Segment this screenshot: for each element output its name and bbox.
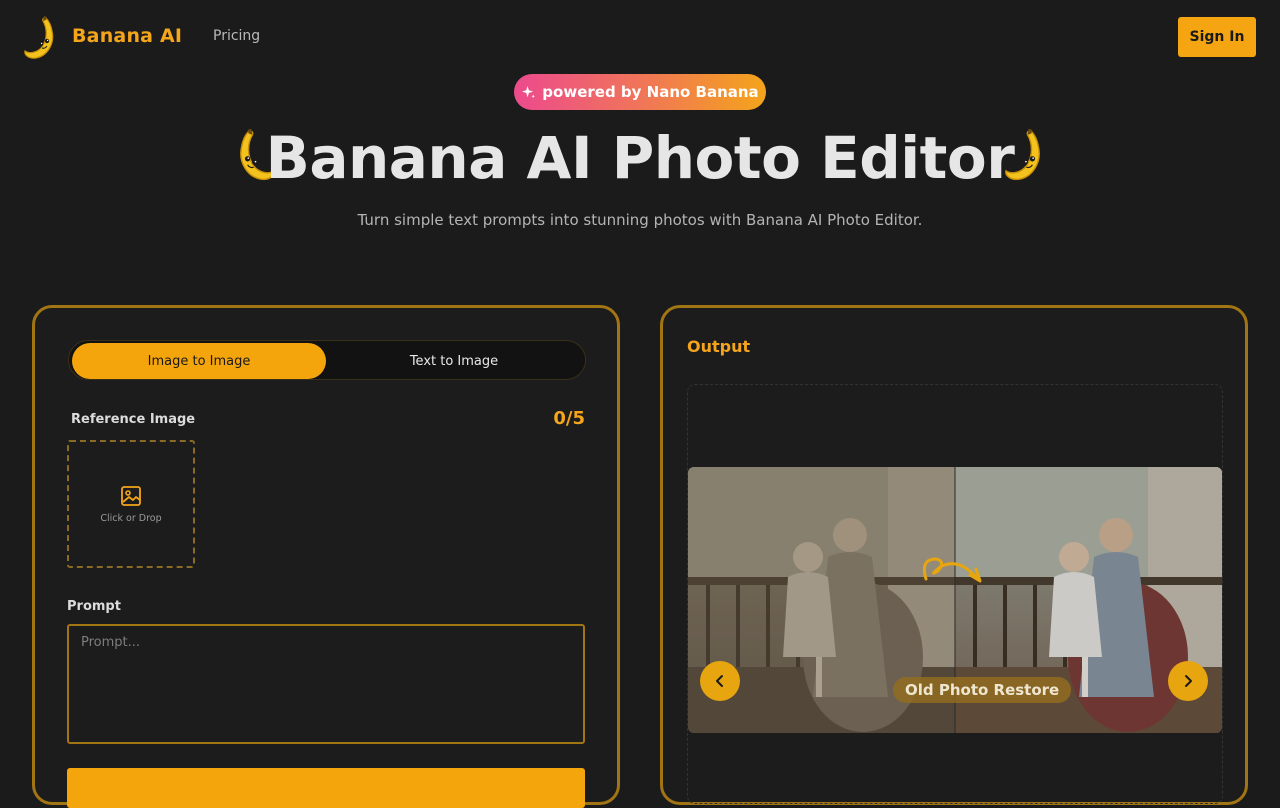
image-upload-dropzone[interactable]: Click or Drop <box>67 440 195 568</box>
mode-toggle: Image to Image Text to Image <box>68 340 586 380</box>
generate-button[interactable] <box>67 768 585 808</box>
tab-image-to-image[interactable]: Image to Image <box>72 343 326 379</box>
output-panel: Output Old Photo Restore <box>660 305 1248 805</box>
output-area: Old Photo Restore <box>687 384 1223 804</box>
reference-image-count: 0/5 <box>553 408 585 429</box>
editor-panel: Image to Image Text to Image Reference I… <box>32 305 620 808</box>
carousel-prev-button[interactable] <box>700 661 740 701</box>
prompt-input[interactable] <box>67 624 585 744</box>
before-after-example: Old Photo Restore <box>688 467 1222 733</box>
banana-logo-icon[interactable] <box>20 14 60 60</box>
powered-by-badge: powered by Nano Banana <box>514 74 766 110</box>
banana-emoji-right-icon <box>1005 128 1040 181</box>
sparkle-icon <box>522 85 536 98</box>
page-subtitle: Turn simple text prompts into stunning p… <box>357 211 923 229</box>
page-title: Banana AI Photo Editor <box>265 124 1015 192</box>
nav-link-pricing[interactable]: Pricing <box>213 28 260 44</box>
dropzone-text: Click or Drop <box>100 512 162 524</box>
chevron-right-icon <box>1185 675 1192 687</box>
chevron-left-icon <box>716 675 723 687</box>
sign-in-button[interactable]: Sign In <box>1178 17 1256 57</box>
badge-text: powered by Nano Banana <box>542 83 759 101</box>
carousel-next-button[interactable] <box>1168 661 1208 701</box>
example-caption: Old Photo Restore <box>893 677 1072 703</box>
tab-text-to-image[interactable]: Text to Image <box>327 343 581 379</box>
output-title: Output <box>687 337 751 356</box>
brand-name[interactable]: Banana AI <box>72 25 182 47</box>
image-upload-icon <box>121 485 141 506</box>
reference-image-label: Reference Image <box>71 412 196 427</box>
site-header: Banana AI Pricing Sign In <box>0 0 1280 74</box>
prompt-label: Prompt <box>67 599 121 614</box>
